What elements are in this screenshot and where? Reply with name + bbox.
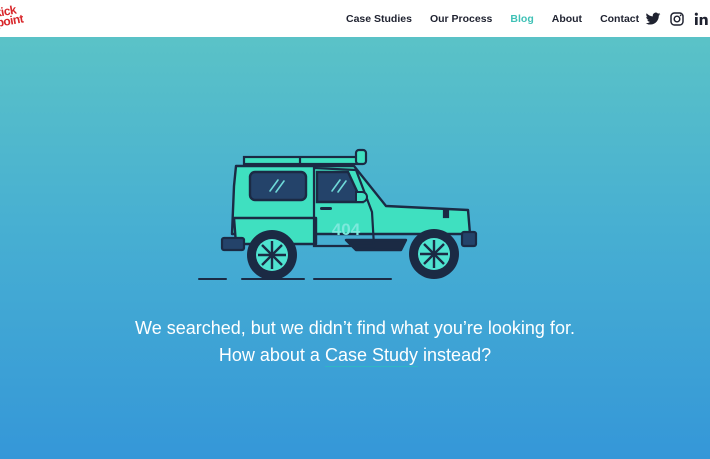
twitter-icon[interactable]	[645, 11, 661, 27]
front-wheel	[409, 229, 459, 279]
linkedin-icon[interactable]	[693, 11, 709, 27]
message-suffix: instead?	[423, 345, 492, 365]
not-found-message: We searched, but we didn’t find what you…	[0, 315, 710, 369]
message-line-2: How about a Case Study instead?	[0, 342, 710, 369]
logo-line-2: point	[0, 11, 25, 30]
roof-rack	[242, 148, 368, 166]
instagram-icon[interactable]	[669, 11, 685, 27]
message-line-1: We searched, but we didn’t find what you…	[135, 318, 575, 338]
main-nav: Case Studies Our Process Blog About Cont…	[346, 13, 639, 25]
nav-blog[interactable]: Blog	[510, 13, 533, 25]
site-header: kick point Case Studies Our Process Blog…	[0, 0, 710, 37]
nav-case-studies[interactable]: Case Studies	[346, 13, 412, 25]
nav-contact[interactable]: Contact	[600, 13, 639, 25]
rear-wheel	[247, 230, 297, 280]
jeep-windows	[248, 170, 364, 204]
case-study-link[interactable]: Case Study	[324, 345, 419, 367]
jeep-404-illustration: 404	[198, 148, 478, 280]
social-links	[645, 11, 709, 27]
nav-about[interactable]: About	[552, 13, 582, 25]
nav-our-process[interactable]: Our Process	[430, 13, 492, 25]
kickpoint-logo[interactable]: kick point	[0, 2, 34, 34]
door-404-label: 404	[332, 220, 361, 239]
message-prefix: How about a	[218, 345, 320, 365]
